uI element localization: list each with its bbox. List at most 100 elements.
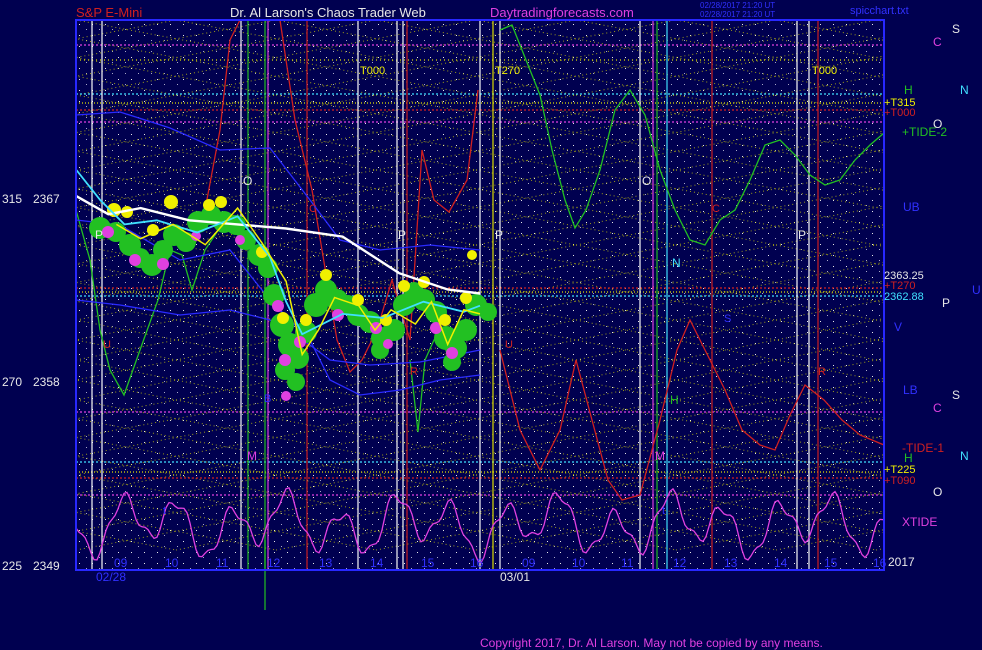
diagonal-grid-line: [76, 20, 77, 21]
shape-letter: U: [103, 339, 111, 351]
price-bar-blob: [272, 300, 284, 312]
right-label: S: [952, 388, 960, 402]
y-tick-angle: 315: [2, 192, 22, 206]
diagonal-grid-line: [76, 245, 77, 246]
right-label: O: [933, 485, 942, 499]
x-tick-label: 13: [319, 556, 333, 570]
x-tick-label: 14: [370, 556, 384, 570]
x-tick-label: 11: [621, 556, 634, 570]
x-tick-label: 09: [522, 556, 536, 570]
price-bar-blob: [383, 339, 393, 349]
price-bar-blob: [446, 347, 458, 359]
right-label: N: [960, 449, 969, 463]
x-tick-label: 16: [470, 556, 484, 570]
price-bar-blob: [287, 373, 305, 391]
shape-letter: P: [95, 228, 103, 242]
x-tick-label: 12: [673, 556, 687, 570]
diagonal-grid-line: [875, 397, 884, 401]
shape-letter: t: [163, 505, 166, 517]
price-bar-blob: [277, 312, 289, 324]
x-date-label: 02/28: [96, 570, 126, 584]
shape-letter: U: [505, 339, 513, 351]
price-bar-blob: [460, 292, 472, 304]
diagonal-grid-line: [875, 169, 884, 173]
x-tick-label: 10: [572, 556, 586, 570]
shape-letter: B: [264, 393, 271, 405]
diagonal-grid-line: [976, 400, 982, 475]
right-label: UB: [903, 200, 920, 214]
price-bar-blob: [320, 269, 332, 281]
right-label: +TIDE-2: [902, 125, 947, 139]
price-bar-blob: [164, 195, 178, 209]
shape-letter: P: [798, 228, 806, 242]
shape-letter: C: [712, 203, 720, 215]
shape-letter: S: [724, 313, 731, 325]
right-label: +T090: [884, 475, 916, 487]
x-tick-label: 16: [873, 556, 887, 570]
y-tick-angle: 270: [2, 375, 22, 389]
right-label: N: [960, 83, 969, 97]
diagonal-grid-line: [76, 474, 77, 475]
price-bar-blob: [258, 258, 278, 278]
shape-letter: C: [309, 203, 317, 215]
vertical-marker-label: T270: [495, 65, 520, 77]
price-bar-blob: [279, 354, 291, 366]
diagonal-grid-line: [976, 475, 982, 550]
diagonal-grid-line: [976, 95, 982, 170]
shape-letter: M: [247, 449, 257, 463]
shape-letter: M: [655, 449, 665, 463]
price-bar-blob: [281, 391, 291, 401]
right-level-labels: C S N H +T315 +T000 O +TIDE-2 UB 2363.25…: [884, 22, 981, 529]
price-bar-blob: [203, 199, 215, 211]
shape-letter: O: [642, 174, 651, 188]
diagonal-grid-line: [76, 475, 77, 476]
diagonal-grid-line: [976, 20, 982, 95]
right-label: S: [952, 22, 960, 36]
diagonal-grid-line: [976, 95, 982, 170]
diagonal-grid-line: [76, 95, 77, 96]
right-label: +T000: [884, 107, 916, 119]
diagonal-grid-line: [76, 549, 77, 550]
y-axis-labels: 315 2367 270 2358 225 2349: [2, 192, 60, 573]
shape-letter: H: [670, 393, 679, 407]
x-date-label: 03/01: [500, 570, 530, 584]
shape-letter: R: [818, 366, 826, 378]
price-bar-blob: [157, 258, 169, 270]
price-bar-blob: [129, 254, 141, 266]
x-tick-label: 09: [114, 556, 128, 570]
x-tick-label: 11: [216, 556, 229, 570]
x-tick-label: 10: [165, 556, 179, 570]
diagonal-grid-line: [76, 400, 77, 401]
x-tick-label: 15: [421, 556, 435, 570]
year-label: 2017: [888, 555, 915, 569]
x-tick-label: 15: [824, 556, 838, 570]
diagonal-grid-line: [875, 242, 884, 246]
y-tick-price: 2358: [33, 375, 60, 389]
site-link[interactable]: Daytradingforecasts.com: [490, 5, 634, 20]
timestamp-line-1: 02/28/2017 21:20 UT: [700, 1, 775, 10]
price-bar-blob: [300, 314, 312, 326]
shape-letter: P: [495, 228, 503, 242]
price-bar-blob: [235, 235, 245, 245]
right-label: LB: [903, 383, 918, 397]
diagonal-grid-line: [875, 319, 884, 323]
price-bar-blob: [479, 303, 497, 321]
right-label: XTIDE: [902, 515, 937, 529]
diagonal-grid-line: [76, 170, 77, 171]
diagonal-grid-line: [76, 244, 77, 245]
shape-letter: R: [410, 366, 418, 378]
y-tick-angle: 225: [2, 559, 22, 573]
shape-letter: t: [662, 505, 665, 517]
diagonal-grid-line: [976, 400, 982, 475]
price-bar-blob: [102, 226, 114, 238]
shape-letter: O: [243, 174, 252, 188]
y-tick-price: 2349: [33, 559, 60, 573]
price-bar-blob: [215, 196, 227, 208]
x-tick-label: 13: [724, 556, 738, 570]
right-label: C: [933, 401, 942, 415]
right-label: V: [894, 320, 902, 334]
diagonal-grid-line: [976, 170, 982, 245]
vertical-marker-label: T000: [360, 65, 385, 77]
diagonal-grid-line: [76, 169, 77, 170]
chart-window: S&P E-Mini Dr. Al Larson's Chaos Trader …: [0, 0, 982, 650]
